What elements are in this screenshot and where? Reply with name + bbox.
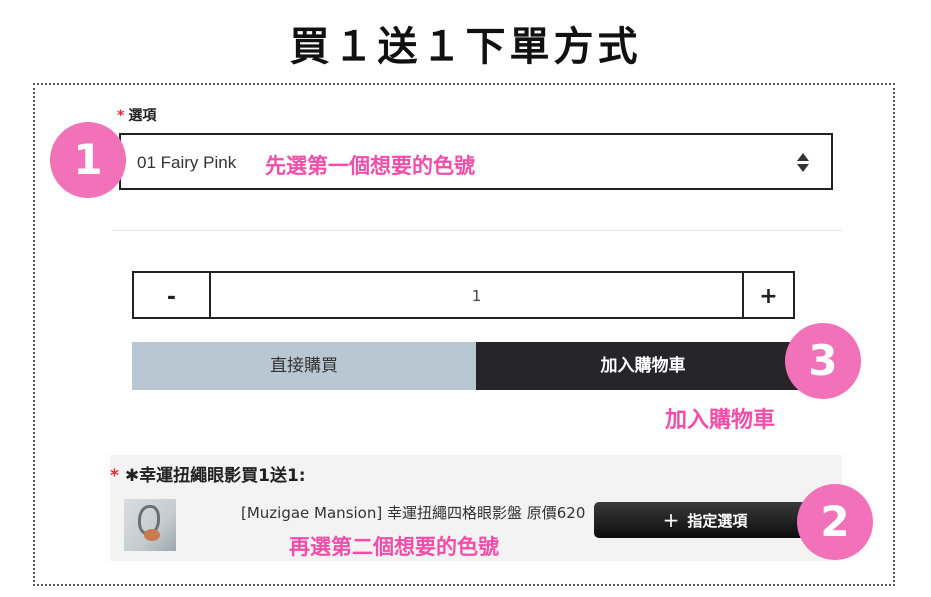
step1-badge: 1 <box>50 122 126 198</box>
quantity-increase-button[interactable]: + <box>742 271 795 319</box>
quantity-decrease-button[interactable]: - <box>132 271 211 319</box>
step2-badge: 2 <box>797 484 873 560</box>
assign-option-label: 指定選項 <box>687 512 748 530</box>
required-mark: * <box>110 466 119 486</box>
minus-icon: - <box>166 285 177 310</box>
option-label: * 選項 <box>117 105 156 125</box>
plus-icon: + <box>759 284 778 309</box>
step3-annotation: 加入購物車 <box>665 408 776 433</box>
option-select[interactable]: 01 Fairy Pink <box>119 133 833 190</box>
option-label-text: 選項 <box>128 108 157 124</box>
add-to-cart-button[interactable]: 加入購物車 <box>476 342 810 390</box>
promo-title-text: ✱幸運扭繩眼影買1送1: <box>124 466 306 486</box>
option-select-value: 01 Fairy Pink <box>137 153 237 172</box>
step1-annotation: 先選第一個想要的色號 <box>265 154 475 178</box>
promo-title: * ✱幸運扭繩眼影買1送1: <box>110 461 306 486</box>
buy-now-button[interactable]: 直接購買 <box>132 342 476 390</box>
required-mark: * <box>117 108 125 124</box>
assign-option-button[interactable]: + 指定選項 <box>594 502 816 538</box>
section-divider <box>112 230 842 231</box>
sort-arrows-icon <box>797 150 809 174</box>
quantity-input[interactable]: 1 <box>209 271 744 319</box>
page-title: 買１送１下單方式 <box>289 24 642 70</box>
product-thumbnail <box>124 499 176 551</box>
promo-product-name: [Muzigae Mansion] 幸運扭繩四格眼影盤 原價620 <box>241 504 586 522</box>
step2-annotation: 再選第二個想要的色號 <box>289 535 499 559</box>
plus-icon: + <box>662 508 680 532</box>
quantity-value: 1 <box>471 287 482 305</box>
step3-badge: 3 <box>785 323 861 399</box>
